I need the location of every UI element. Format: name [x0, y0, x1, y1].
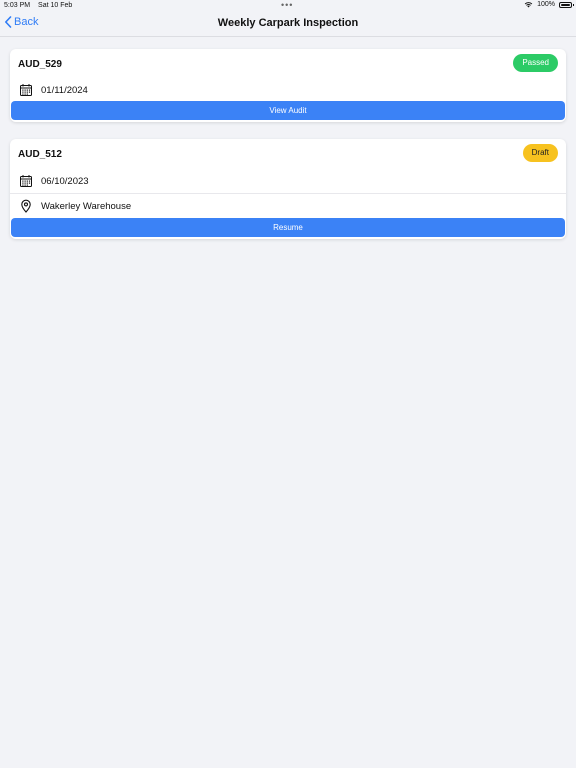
battery-percent: 100%: [537, 1, 555, 8]
audit-card: AUD_512 Draft 06/10/2023 Wakerley Wareho…: [10, 139, 566, 239]
page-title: Weekly Carpark Inspection: [217, 17, 359, 29]
audit-location: Wakerley Warehouse: [41, 200, 132, 212]
audit-date-row: 01/11/2024: [10, 79, 566, 101]
calendar-icon: [20, 84, 32, 96]
navigation-bar: Back Weekly Carpark Inspection: [0, 12, 576, 37]
status-indicators: 100%: [524, 1, 574, 8]
status-badge: Passed: [513, 54, 558, 72]
status-time-date: 5:03 PM Sat 10 Feb: [4, 2, 72, 9]
audit-date: 06/10/2023: [41, 175, 89, 187]
map-pin-icon: [21, 199, 31, 213]
audit-location-row: Wakerley Warehouse: [10, 193, 566, 218]
status-badge: Draft: [522, 144, 558, 162]
audit-card: AUD_529 Passed 01/11/2024 View Audit: [10, 49, 566, 122]
status-date: Sat 10 Feb: [38, 2, 73, 9]
wifi-icon: [524, 2, 533, 8]
audit-date: 01/11/2024: [41, 84, 88, 96]
resume-button[interactable]: Resume: [11, 218, 565, 237]
audit-card-header: AUD_512 Draft: [10, 139, 566, 169]
battery-icon: [559, 1, 574, 8]
audit-id: AUD_512: [18, 149, 62, 160]
audit-id: AUD_529: [18, 59, 62, 70]
audit-date-row: 06/10/2023: [10, 169, 566, 193]
view-audit-button[interactable]: View Audit: [11, 101, 565, 120]
status-time: 5:03 PM: [4, 2, 31, 9]
calendar-icon: [20, 175, 32, 187]
status-bar: 5:03 PM Sat 10 Feb ••• 100%: [0, 0, 576, 12]
multitasking-dots-icon[interactable]: •••: [281, 0, 293, 10]
audit-card-header: AUD_529 Passed: [10, 49, 566, 79]
